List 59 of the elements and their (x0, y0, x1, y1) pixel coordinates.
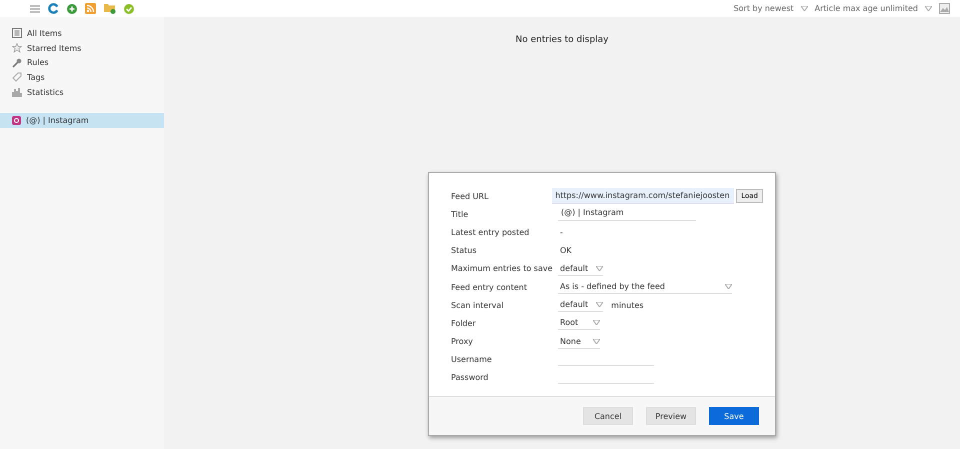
tag-icon (12, 72, 22, 82)
sort-dropdown[interactable]: Sort by newest (734, 4, 794, 13)
caret-icon (596, 266, 604, 271)
dialog-button[interactable]: Cancel (583, 407, 633, 425)
field-label: Feed URL (451, 192, 490, 201)
sidebar-item-label: All Items (27, 28, 62, 38)
list-icon (12, 28, 22, 38)
sidebar-item[interactable]: Tags (0, 70, 164, 85)
select-dropdown[interactable]: default (558, 262, 604, 276)
sidebar-item-label: Statistics (27, 88, 64, 97)
sidebar-item-label: Rules (27, 58, 49, 68)
field-label: Username (451, 355, 493, 364)
max-age-dropdown[interactable]: Article max age unlimited (814, 4, 918, 13)
input-field[interactable]: (@) | Instagram (558, 208, 696, 221)
url-field[interactable]: https://www.instagram.com/stefaniejoosten (552, 188, 734, 204)
caret-icon (925, 6, 932, 11)
select-dropdown[interactable]: default (558, 298, 604, 312)
field-label: Title (451, 210, 470, 219)
caret-icon (596, 302, 604, 308)
dialog-button[interactable]: Save (709, 407, 759, 425)
sidebar-item[interactable]: Starred Items (0, 40, 164, 56)
field-label: Latest entry posted (451, 228, 530, 237)
add-icon[interactable] (67, 4, 77, 14)
field-label: Proxy (451, 337, 474, 346)
field-value: OK (559, 246, 572, 256)
caret-icon (725, 284, 732, 290)
sidebar-item[interactable]: Rules (0, 55, 164, 70)
field-label: Maximum entries to save (451, 264, 554, 274)
sidebar-item[interactable]: Statistics (0, 84, 164, 100)
empty-message: No entries to display (514, 34, 610, 45)
bar-chart-icon (12, 87, 22, 98)
star-icon (12, 43, 22, 54)
field-label: Folder (451, 318, 477, 328)
feed-item[interactable]: (@) | Instagram (0, 113, 164, 128)
caret-icon (593, 320, 600, 326)
sidebar-item[interactable]: All Items (0, 26, 164, 41)
select-dropdown[interactable]: As is - defined by the feed (558, 280, 732, 294)
field-value: - (559, 228, 563, 237)
caret-icon (593, 338, 600, 344)
menu-icon[interactable] (30, 4, 40, 12)
wrench-icon (12, 58, 22, 68)
field-label: Status (451, 246, 478, 256)
folder-add-icon[interactable] (104, 3, 116, 14)
dialog-button[interactable]: Preview (646, 407, 696, 425)
unit-label: minutes (610, 300, 644, 310)
select-dropdown[interactable]: Root (558, 316, 600, 330)
rss-icon[interactable] (85, 3, 96, 14)
sidebar-item-label: Starred Items (27, 44, 82, 53)
image-icon[interactable] (939, 3, 950, 14)
field-label: Password (451, 373, 490, 382)
field-label: Scan interval (451, 300, 504, 310)
caret-icon (800, 6, 808, 11)
check-icon[interactable] (124, 4, 134, 14)
select-dropdown[interactable]: None (558, 334, 600, 349)
feed-item-label: (@) | Instagram (26, 116, 89, 126)
sidebar-item-label: Tags (27, 72, 45, 82)
refresh-icon[interactable] (48, 3, 59, 14)
field-label: Feed entry content (451, 282, 528, 292)
camera-icon (12, 116, 21, 126)
